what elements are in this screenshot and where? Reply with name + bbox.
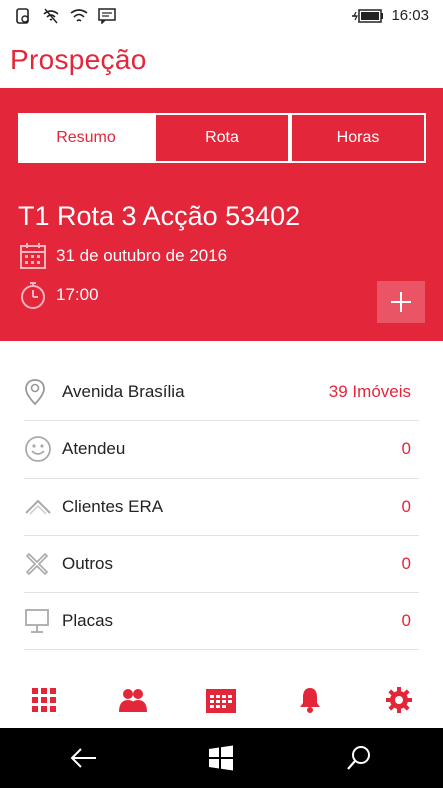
nav-people-button[interactable]	[111, 678, 155, 722]
wifi-icon	[70, 9, 88, 22]
nav-calendar-button[interactable]	[199, 678, 243, 722]
system-nav-bar	[0, 728, 443, 788]
list-item-value: 0	[401, 496, 411, 516]
people-icon	[118, 689, 147, 712]
list-item-atendeu[interactable]: Atendeu 0	[24, 421, 419, 479]
route-header: Resumo Rota Horas T1 Rota 3 Acção 53402 …	[0, 88, 443, 341]
chevron-up-icon	[25, 499, 51, 515]
list-item-clientes-era[interactable]: Clientes ERA 0	[24, 479, 419, 536]
tab-horas[interactable]: Horas	[290, 113, 426, 163]
summary-list: Avenida Brasília 39 Imóveis Atendeu 0 Cl…	[24, 364, 419, 651]
nav-settings-button[interactable]	[377, 678, 421, 722]
route-date: 31 de outubro de 2016	[56, 246, 228, 265]
sign-icon	[25, 609, 49, 634]
list-item-label: Placas	[62, 611, 114, 631]
route-time: 17:00	[56, 285, 99, 304]
status-bar: 16:03	[0, 0, 443, 32]
tab-rota[interactable]: Rota	[154, 113, 290, 163]
bottom-nav	[0, 672, 443, 728]
status-time: 16:03	[391, 7, 429, 24]
search-icon	[347, 746, 370, 770]
list-item-value: 0	[401, 439, 411, 459]
tab-bar: Resumo Rota Horas	[18, 113, 426, 163]
message-icon	[98, 8, 116, 24]
back-button[interactable]	[68, 742, 100, 774]
route-date-row: 31 de outubro de 2016	[18, 241, 227, 271]
list-item-label: Outros	[62, 554, 114, 574]
list-item-placas[interactable]: Placas 0	[24, 593, 419, 651]
list-item-value: 39 Imóveis	[328, 382, 411, 402]
list-item-value: 0	[401, 611, 411, 631]
search-button[interactable]	[343, 742, 375, 774]
bell-icon	[300, 688, 321, 713]
nav-notifications-button[interactable]	[288, 678, 332, 722]
back-icon	[70, 748, 96, 768]
route-time-row: 17:00	[18, 280, 99, 310]
nav-grid-button[interactable]	[22, 678, 66, 722]
calendar-icon	[20, 243, 46, 269]
wifi-off-icon	[43, 8, 59, 24]
route-title: T1 Rota 3 Acção 53402	[18, 201, 301, 231]
page-title: Prospeção	[10, 44, 147, 75]
battery-charging-icon	[352, 9, 383, 23]
calendar-icon	[206, 689, 237, 713]
grid-icon	[32, 688, 57, 712]
list-item-label: Atendeu	[62, 439, 126, 459]
add-button[interactable]	[377, 281, 425, 323]
tab-resumo[interactable]: Resumo	[18, 113, 154, 163]
windows-button[interactable]	[205, 742, 237, 774]
x-icon	[25, 552, 49, 576]
windows-icon	[209, 745, 233, 771]
list-item-value: 0	[401, 554, 411, 574]
list-item-address[interactable]: Avenida Brasília 39 Imóveis	[24, 364, 419, 422]
sim-card-icon	[16, 8, 29, 24]
smiley-icon	[25, 436, 51, 463]
location-pin-icon	[25, 379, 45, 406]
plus-icon	[391, 292, 411, 312]
list-item-outros[interactable]: Outros 0	[24, 536, 419, 594]
gear-icon	[385, 687, 412, 713]
stopwatch-icon	[21, 282, 45, 309]
list-item-label: Clientes ERA	[62, 496, 164, 516]
